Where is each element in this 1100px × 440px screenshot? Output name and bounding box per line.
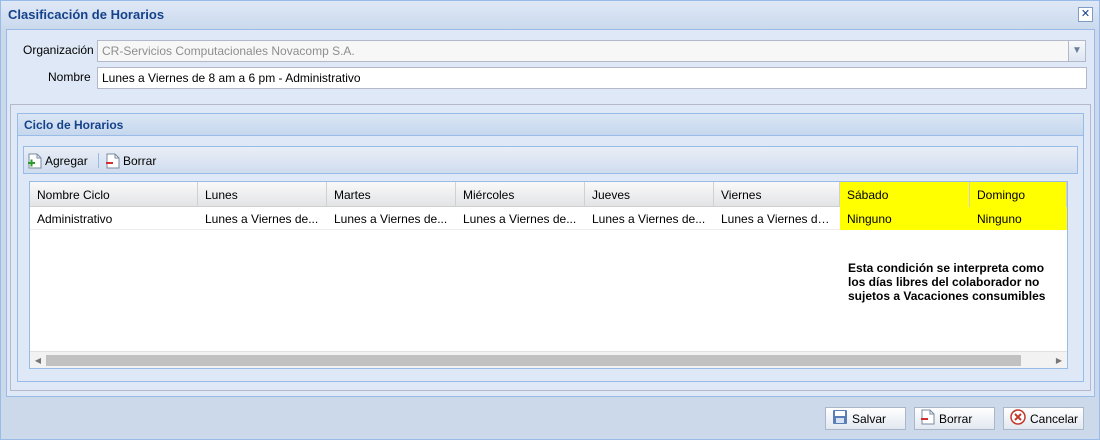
ciclo-fieldset: Ciclo de Horarios Agregar Borrar Nombre …	[10, 104, 1091, 391]
table-cell: Lunes a Viernes de...	[334, 212, 448, 226]
title-bar[interactable]: Clasificación de Horarios ✕	[1, 1, 1099, 28]
column-header[interactable]: Martes	[327, 182, 456, 207]
dialog-window: Clasificación de Horarios ✕ Organización…	[0, 0, 1100, 440]
note-line: sujetos a Vacaciones consumibles	[848, 289, 1046, 303]
column-header[interactable]: Jueves	[585, 182, 714, 207]
column-header[interactable]: Lunes	[198, 182, 327, 207]
scroll-right-icon[interactable]: ▶	[1051, 352, 1067, 368]
add-label: Agregar	[45, 154, 88, 168]
combo-trigger[interactable]: ▼	[1068, 40, 1086, 62]
table-cell: Administrativo	[37, 212, 113, 226]
table-cell: Lunes a Viernes de...	[721, 212, 835, 226]
nombre-label: Nombre	[48, 70, 91, 84]
add-icon	[28, 153, 42, 169]
toolbar-separator	[98, 153, 99, 168]
annotation-note: Esta condición se interpreta como los dí…	[848, 261, 1064, 303]
delete-button[interactable]: Borrar	[914, 407, 995, 430]
grid-toolbar: Agregar Borrar	[23, 146, 1078, 174]
save-label: Salvar	[852, 411, 887, 426]
save-icon	[832, 409, 848, 428]
add-button[interactable]: Agregar	[28, 150, 88, 172]
note-line: Esta condición se interpreta como	[848, 261, 1045, 275]
chevron-down-icon: ▼	[1072, 45, 1082, 56]
delete-row-button[interactable]: Borrar	[106, 150, 156, 172]
panel-header: Ciclo de Horarios	[18, 114, 1083, 136]
column-header[interactable]: Viernes	[714, 182, 840, 207]
cancel-label: Cancelar	[1030, 411, 1079, 426]
column-header[interactable]: Miércoles	[456, 182, 585, 207]
column-header[interactable]: Nombre Ciclo	[30, 182, 198, 207]
window-title: Clasificación de Horarios	[8, 7, 165, 22]
panel-title: Ciclo de Horarios	[24, 118, 124, 132]
cancel-icon	[1010, 409, 1026, 428]
delete-row-label: Borrar	[123, 154, 157, 168]
table-cell: Lunes a Viernes de...	[592, 212, 706, 226]
organizacion-combo[interactable]: CR-Servicios Computacionales Novacomp S.…	[97, 40, 1069, 62]
scroll-left-icon[interactable]: ◀	[30, 352, 46, 368]
grid-header: Nombre Ciclo Lunes Martes Miércoles Juev…	[30, 182, 1067, 207]
ciclo-grid: Nombre Ciclo Lunes Martes Miércoles Juev…	[29, 181, 1068, 369]
column-header-highlighted[interactable]: Sábado	[840, 182, 970, 207]
note-line: los días libres del colaborador no	[848, 275, 1040, 289]
delete-label: Borrar	[939, 411, 973, 426]
cancel-button[interactable]: Cancelar	[1003, 407, 1084, 430]
table-cell: Lunes a Viernes de...	[463, 212, 577, 226]
ciclo-panel: Ciclo de Horarios Agregar Borrar Nombre …	[17, 113, 1084, 382]
table-row[interactable]: Administrativo Lunes a Viernes de... Lun…	[30, 207, 1067, 230]
save-button[interactable]: Salvar	[825, 407, 906, 430]
column-header-highlighted[interactable]: Domingo	[970, 182, 1067, 207]
table-cell-highlighted: Ninguno	[970, 207, 1067, 230]
scroll-thumb[interactable]	[46, 355, 1021, 366]
nombre-input[interactable]: Lunes a Viernes de 8 am a 6 pm - Adminis…	[97, 67, 1087, 89]
organizacion-label: Organización	[23, 43, 94, 57]
table-cell: Lunes a Viernes de...	[205, 212, 319, 226]
horizontal-scrollbar[interactable]: ◀ ▶	[30, 351, 1067, 368]
delete-doc-icon	[106, 153, 120, 169]
delete-icon	[921, 409, 935, 428]
close-icon: ✕	[1080, 8, 1091, 20]
close-button[interactable]: ✕	[1078, 7, 1093, 22]
table-cell-highlighted: Ninguno	[840, 207, 970, 230]
